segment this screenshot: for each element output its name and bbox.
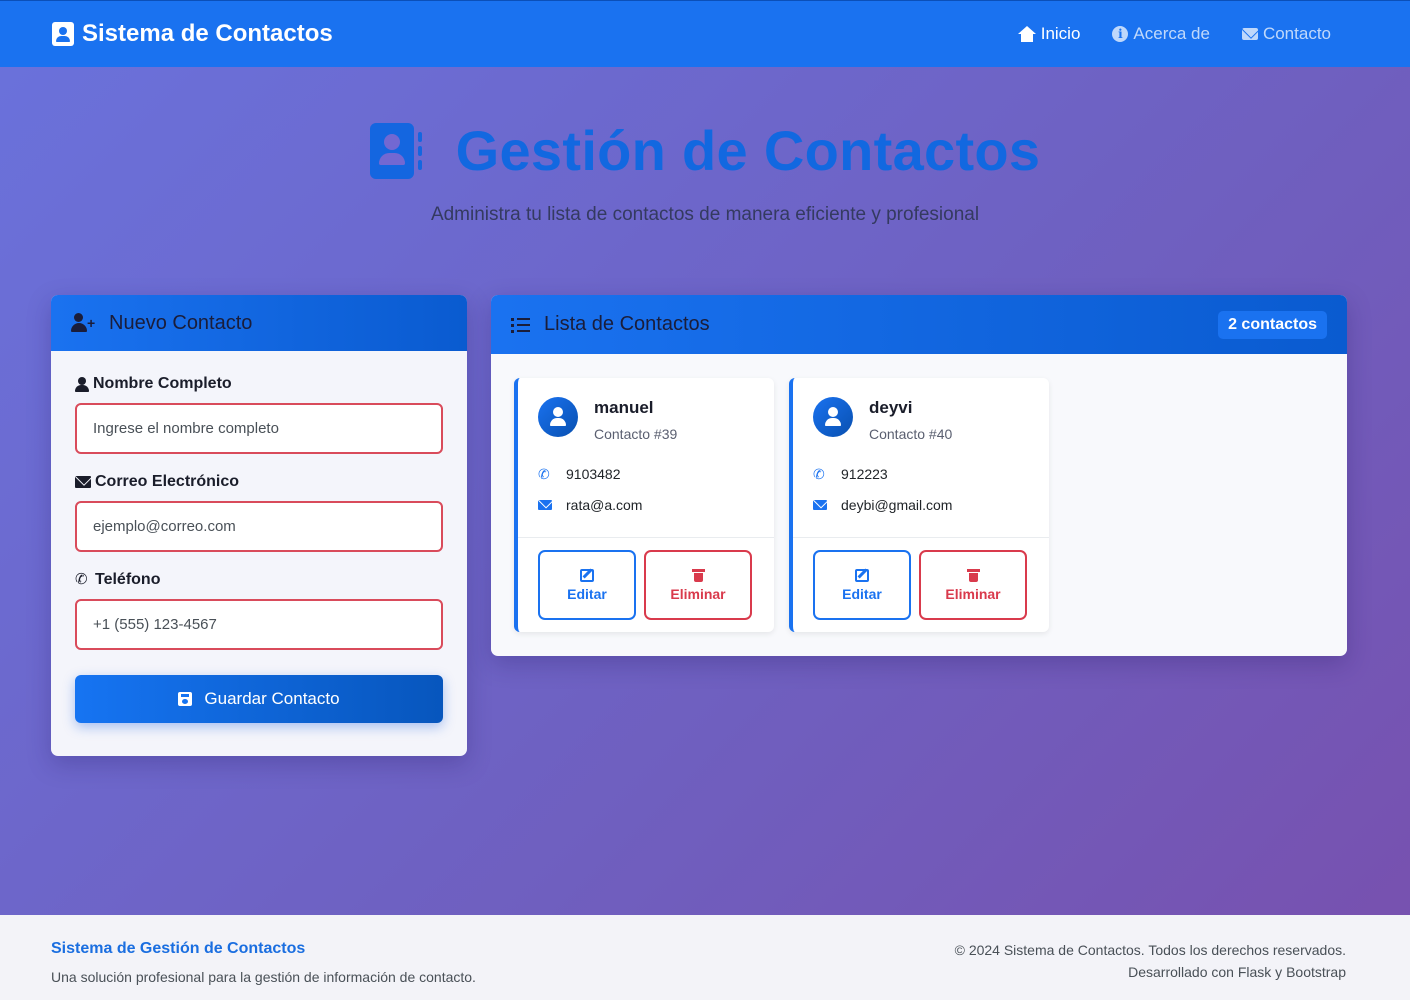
contact-name: manuel xyxy=(594,398,654,417)
contact-email: rata@a.com xyxy=(538,497,642,513)
contact-list-header: Lista de Contactos 2 contactos xyxy=(491,295,1347,354)
nav-link-label: Inicio xyxy=(1040,24,1081,43)
phone-icon: ✆ xyxy=(813,466,825,482)
name-input[interactable]: Ingrese el nombre completo xyxy=(75,403,443,454)
address-book-icon xyxy=(52,22,74,46)
footer-developed: Desarrollado con Flask y Bootstrap xyxy=(1128,964,1346,980)
contact-phone-value: 9103482 xyxy=(566,466,621,482)
edit-label: Editar xyxy=(842,585,882,602)
nav-link-contacto[interactable]: Contacto xyxy=(1241,24,1331,44)
nav-links: Inicio i Acerca de Contacto xyxy=(1017,24,1331,44)
new-contact-title: Nuevo Contacto xyxy=(109,311,253,334)
contact-phone: ✆ 912223 xyxy=(813,466,888,482)
hero-title: Gestión de Contactos xyxy=(0,118,1410,183)
nav-link-acerca[interactable]: i Acerca de xyxy=(1112,24,1210,44)
email-label: Correo Electrónico xyxy=(75,473,443,491)
page-subtitle: Administra tu lista de contactos de mane… xyxy=(430,204,980,225)
footer: Sistema de Gestión de Contactos Una solu… xyxy=(0,915,1410,1000)
nav-link-inicio[interactable]: Inicio xyxy=(1017,24,1081,44)
contact-list-title: Lista de Contactos xyxy=(544,313,710,335)
save-contact-button[interactable]: Guardar Contacto xyxy=(75,675,443,723)
contact-phone-value: 912223 xyxy=(841,466,888,482)
delete-label: Eliminar xyxy=(945,585,1001,602)
page-title: Gestión de Contactos xyxy=(455,119,1041,182)
edit-button[interactable]: Editar xyxy=(813,550,911,620)
envelope-icon xyxy=(1241,28,1258,40)
user-plus-icon: + xyxy=(71,313,97,333)
footer-title: Sistema de Gestión de Contactos xyxy=(51,940,306,957)
contact-name: deyvi xyxy=(869,398,913,417)
contact-card: deyvi Contacto #40 ✆ 912223 deybi@gmail.… xyxy=(789,378,1049,632)
nav-link-label: Contacto xyxy=(1262,24,1331,43)
new-contact-header: + Nuevo Contacto xyxy=(51,295,467,351)
divider xyxy=(518,537,774,538)
envelope-icon xyxy=(538,500,552,510)
footer-copyright: © 2024 Sistema de Contactos. Todos los d… xyxy=(954,942,1346,958)
delete-button[interactable]: Eliminar xyxy=(919,550,1027,620)
edit-label: Editar xyxy=(567,585,607,602)
footer-description: Una solución profesional para la gestión… xyxy=(51,969,476,985)
contact-form: Nombre Completo Ingrese el nombre comple… xyxy=(51,351,467,723)
brand-title: Sistema de Contactos xyxy=(82,20,333,47)
email-label-text: Correo Electrónico xyxy=(95,473,240,490)
name-label-text: Nombre Completo xyxy=(93,375,232,392)
phone-label: ✆ Teléfono xyxy=(75,571,443,589)
edit-button[interactable]: Editar xyxy=(538,550,636,620)
avatar xyxy=(813,397,853,437)
delete-label: Eliminar xyxy=(670,585,726,602)
new-contact-card: + Nuevo Contacto Nombre Completo Ingrese… xyxy=(51,295,467,756)
trash-icon xyxy=(691,568,705,582)
info-icon: i xyxy=(1112,26,1129,42)
address-book-icon xyxy=(369,122,422,179)
contact-id: Contacto #39 xyxy=(594,426,678,442)
trash-icon xyxy=(966,568,980,582)
contact-phone: ✆ 9103482 xyxy=(538,466,621,482)
contact-grid: manuel Contacto #39 ✆ 9103482 rata@a.com… xyxy=(514,378,1049,632)
navbar: Sistema de Contactos Inicio i Acerca de … xyxy=(0,0,1410,67)
edit-icon xyxy=(580,568,594,582)
contact-card: manuel Contacto #39 ✆ 9103482 rata@a.com… xyxy=(514,378,774,632)
contact-email-value: rata@a.com xyxy=(566,497,643,513)
nav-link-label: Acerca de xyxy=(1133,24,1210,43)
list-icon xyxy=(511,317,530,333)
delete-button[interactable]: Eliminar xyxy=(644,550,752,620)
contact-list-card: Lista de Contactos 2 contactos manuel Co… xyxy=(491,295,1347,656)
avatar xyxy=(538,397,578,437)
contact-email-value: deybi@gmail.com xyxy=(841,497,953,513)
phone-icon: ✆ xyxy=(75,571,88,588)
email-input[interactable]: ejemplo@correo.com xyxy=(75,501,443,552)
user-icon xyxy=(75,376,89,392)
envelope-icon xyxy=(813,500,827,510)
envelope-icon xyxy=(75,476,91,488)
phone-label-text: Teléfono xyxy=(95,571,161,588)
divider xyxy=(793,537,1049,538)
edit-icon xyxy=(855,568,869,582)
contact-count-badge: 2 contactos xyxy=(1218,310,1327,339)
contact-id: Contacto #40 xyxy=(869,426,953,442)
contact-email: deybi@gmail.com xyxy=(813,497,952,513)
home-icon xyxy=(1017,26,1036,42)
save-icon xyxy=(178,692,193,706)
name-label: Nombre Completo xyxy=(75,375,443,393)
phone-icon: ✆ xyxy=(538,466,550,482)
phone-input[interactable]: +1 (555) 123-4567 xyxy=(75,599,443,650)
brand[interactable]: Sistema de Contactos xyxy=(52,20,333,48)
save-contact-label: Guardar Contacto xyxy=(204,689,340,708)
